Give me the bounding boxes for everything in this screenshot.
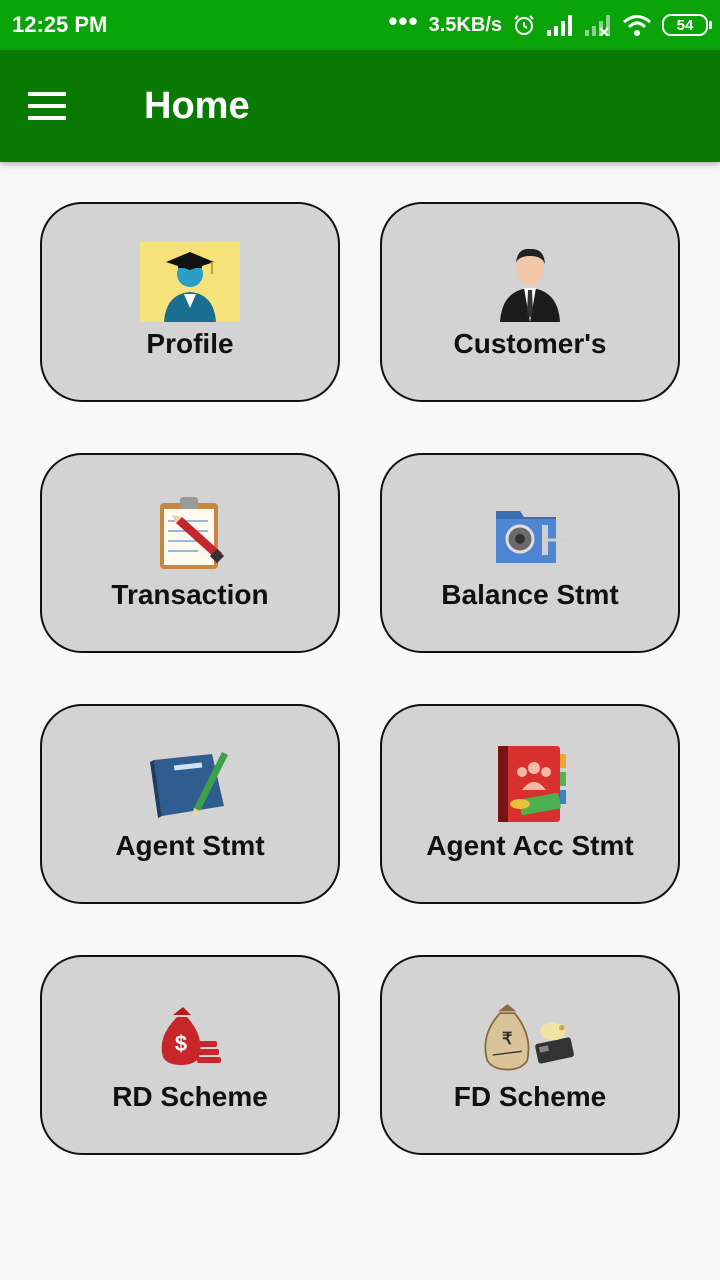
wifi-icon (623, 15, 651, 36)
money-bag-coins-icon: $ (161, 1007, 221, 1065)
alarm-icon (514, 15, 534, 35)
network-speed: 3.5KB/s (428, 13, 502, 36)
profile-label: Profile (146, 328, 234, 359)
signal-icon (547, 15, 572, 36)
transaction-button[interactable]: Transaction (40, 453, 340, 653)
businessman-icon (500, 248, 560, 322)
graduate-profile-icon (140, 242, 240, 322)
agent-acc-stmt-label: Agent Acc Stmt (426, 830, 634, 861)
fixed-deposit-bag-icon: ₹ (484, 1004, 574, 1071)
status-bar: 12:25 PM ••• 3.5KB/s 54 (0, 0, 720, 50)
hamburger-menu-icon[interactable] (28, 78, 84, 134)
status-time: 12:25 PM (12, 12, 108, 37)
profile-button[interactable]: Profile (40, 202, 340, 402)
svg-text:₹: ₹ (502, 1030, 512, 1048)
more-dots-icon: ••• (388, 6, 419, 36)
svg-text:$: $ (175, 1031, 187, 1056)
balance-stmt-button[interactable]: Balance Stmt (380, 453, 680, 653)
fd-scheme-button[interactable]: ₹ FD Scheme (380, 955, 680, 1155)
battery-icon: 54 (662, 14, 712, 36)
home-menu-grid: Profile Customer's Transaction Balance S… (40, 202, 680, 1155)
agent-acc-stmt-button[interactable]: Agent Acc Stmt (380, 704, 680, 904)
address-book-money-icon (498, 746, 566, 822)
rd-scheme-button[interactable]: $ RD Scheme (40, 955, 340, 1155)
signal-weak-icon (585, 15, 610, 36)
fd-scheme-label: FD Scheme (453, 1081, 607, 1112)
clipboard-pencil-icon (160, 497, 225, 569)
page-title: Home (144, 84, 250, 127)
book-pencil-icon (150, 752, 228, 818)
status-icons: ••• 3.5KB/s 54 (388, 6, 712, 37)
rd-scheme-label: RD Scheme (112, 1081, 268, 1112)
battery-level: 54 (676, 16, 694, 34)
safe-folder-icon (496, 511, 566, 563)
agent-stmt-label: Agent Stmt (115, 830, 265, 861)
agent-stmt-button[interactable]: Agent Stmt (40, 704, 340, 904)
app-bar: Home (0, 50, 720, 162)
customers-button[interactable]: Customer's (380, 202, 680, 402)
transaction-label: Transaction (111, 579, 269, 610)
customers-label: Customer's (453, 328, 607, 359)
balance-stmt-label: Balance Stmt (441, 579, 619, 610)
